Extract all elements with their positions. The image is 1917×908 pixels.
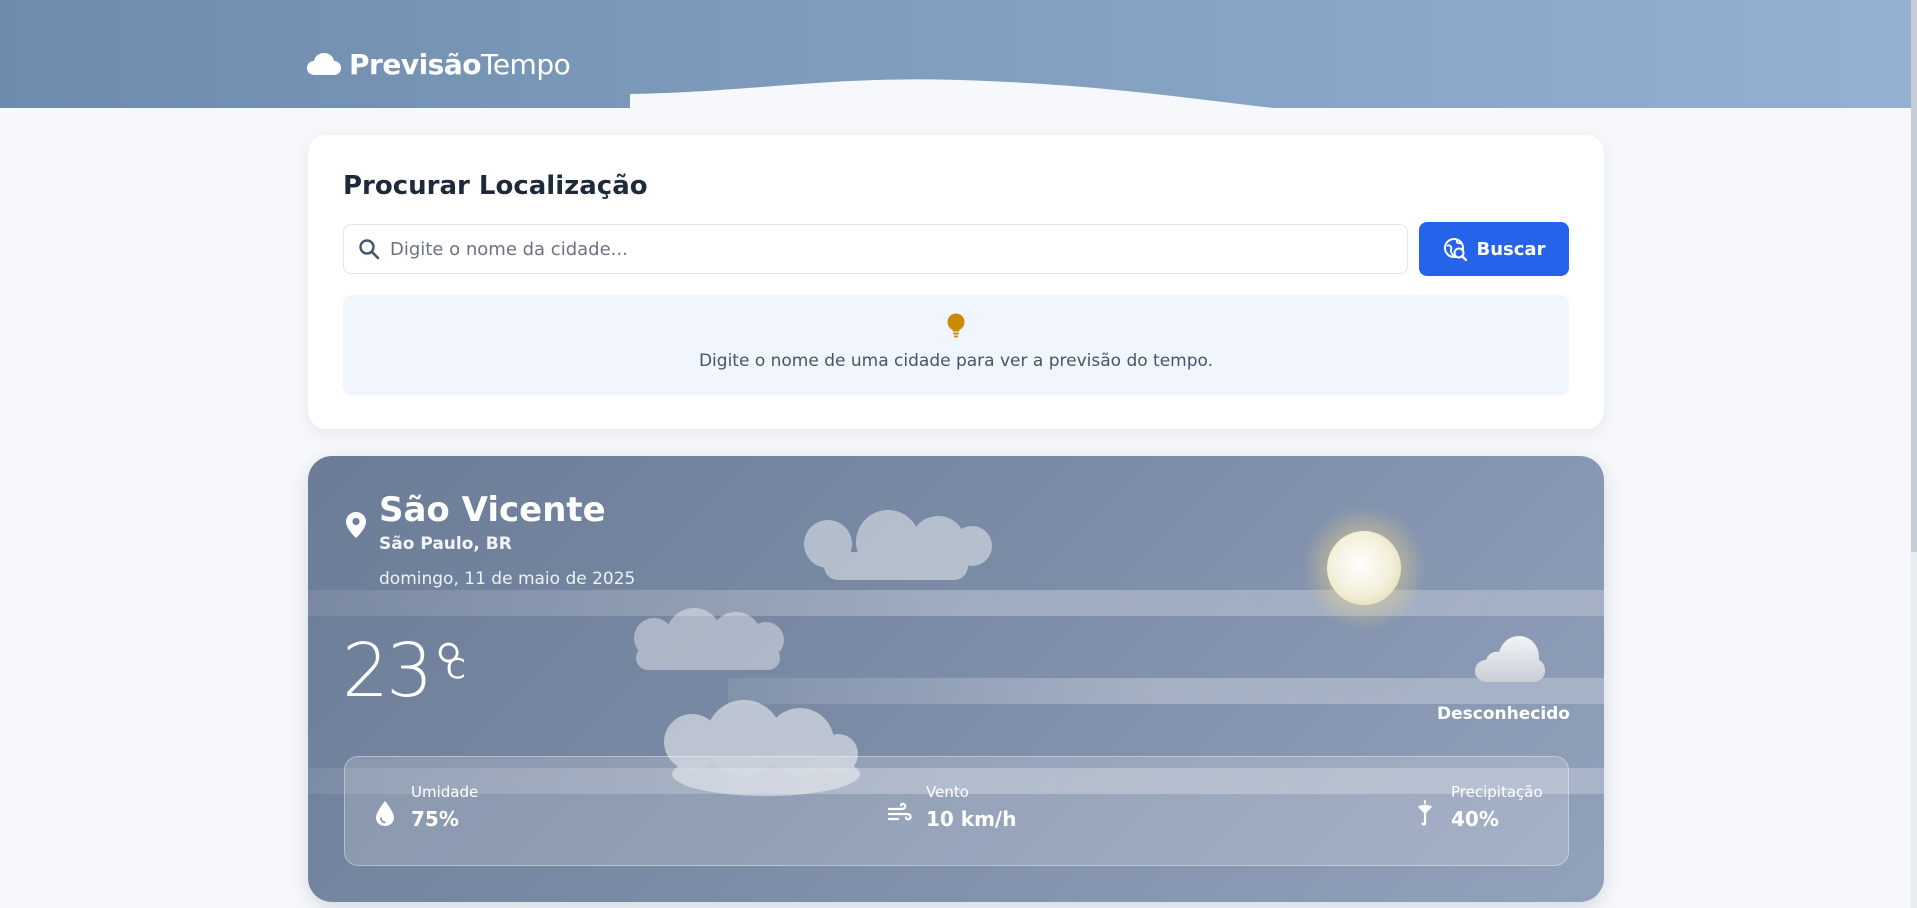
search-input[interactable]: [390, 238, 1390, 260]
search-button-label: Buscar: [1476, 238, 1546, 260]
precipitation-value: 40%: [1451, 807, 1499, 831]
search-title: Procurar Localização: [343, 171, 648, 201]
humidity-value: 75%: [411, 807, 459, 831]
cloud-icon: [1475, 636, 1545, 682]
wind-icon: [888, 802, 912, 821]
brand-name-light: Tempo: [480, 48, 571, 81]
brand-logo[interactable]: Previsão Tempo: [307, 48, 571, 81]
hint-text: Digite o nome de uma cidade para ver a p…: [698, 351, 1214, 371]
condition-label: Desconhecido: [1436, 704, 1570, 724]
header-wave-decoration: [630, 79, 1274, 108]
page-scrollbar[interactable]: [1911, 0, 1917, 908]
search-field[interactable]: [343, 224, 1408, 274]
cloud-icon: [307, 52, 341, 75]
region-name: São Paulo, BR: [379, 534, 512, 554]
search-card: Procurar Localização Buscar Digite o nom…: [308, 135, 1604, 429]
weather-card: São Vicente São Paulo, BR domingo, 11 de…: [308, 456, 1604, 902]
brand-name-bold: Previsão: [349, 48, 481, 81]
temperature-unit: C: [446, 652, 466, 685]
humidity-label: Umidade: [411, 783, 479, 801]
map-pin-icon: [346, 512, 366, 538]
wind-label: Vento: [926, 783, 969, 801]
hint-box: Digite o nome de uma cidade para ver a p…: [343, 295, 1569, 395]
wind-value: 10 km/h: [926, 807, 1017, 831]
weather-stats-panel: Umidade 75% Vento 10 km/h Precipitação 4…: [344, 756, 1569, 866]
globe-search-icon: [1443, 238, 1467, 261]
search-button[interactable]: Buscar: [1419, 222, 1569, 276]
umbrella-icon: [1418, 800, 1432, 826]
droplet-icon: [376, 801, 394, 826]
search-icon: [359, 239, 380, 260]
site-header: Previsão Tempo: [0, 0, 1911, 108]
lightbulb-icon: [947, 313, 965, 338]
city-name: São Vicente: [379, 490, 606, 530]
precipitation-label: Precipitação: [1451, 783, 1543, 801]
scrollbar-thumb[interactable]: [1911, 0, 1917, 552]
forecast-date: domingo, 11 de maio de 2025: [379, 569, 636, 589]
